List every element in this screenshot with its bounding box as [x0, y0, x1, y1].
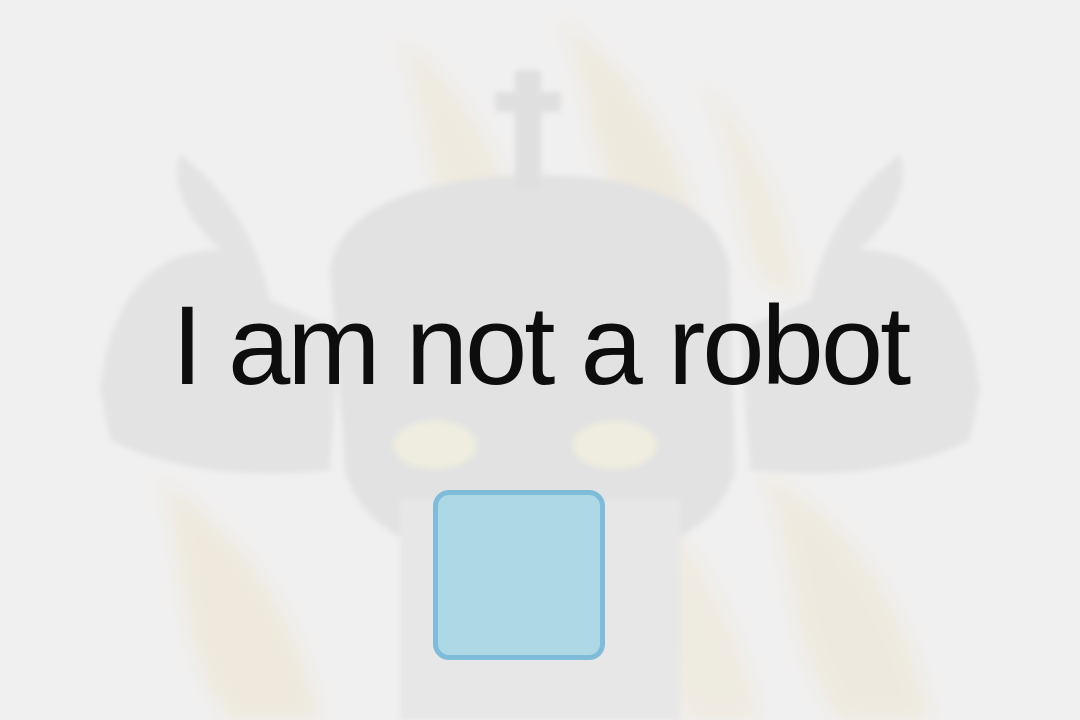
- not-robot-checkbox[interactable]: [433, 490, 605, 660]
- captcha-label: I am not a robot: [171, 283, 911, 408]
- captcha-screen: I am not a robot: [0, 0, 1080, 720]
